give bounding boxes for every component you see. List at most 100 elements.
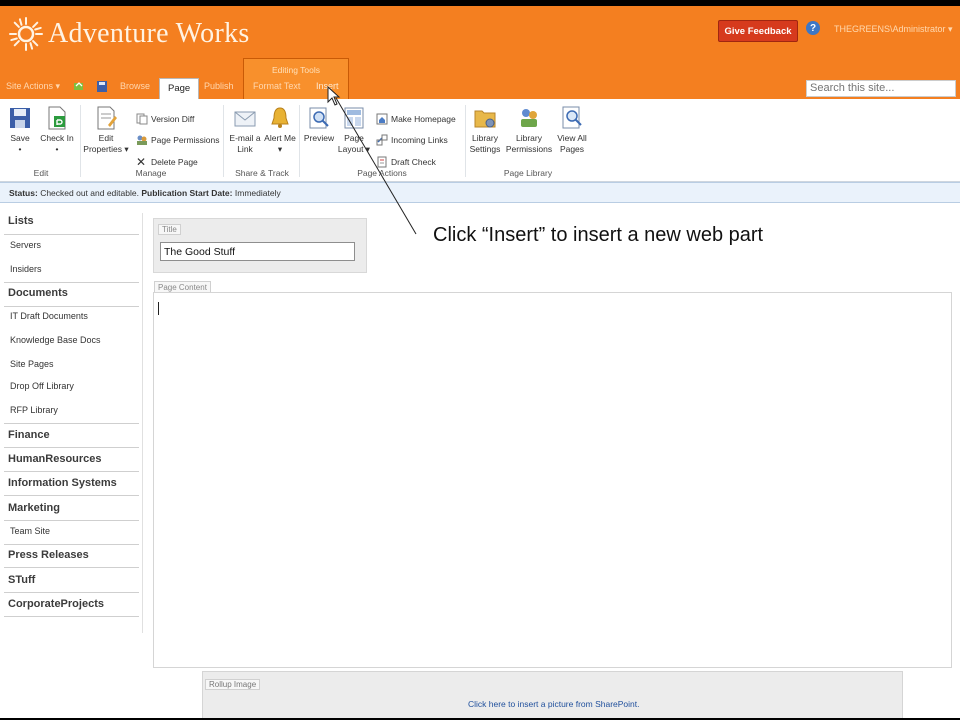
check-in-icon (48, 106, 66, 130)
rollup-image-label: Rollup Image (205, 679, 261, 690)
user-menu[interactable]: THEGREENS\Administrator ▾ (834, 24, 953, 35)
nav-heading-documents[interactable]: Documents (8, 287, 68, 299)
version-diff-button[interactable]: Version Diff (136, 113, 194, 125)
homepage-icon (376, 113, 388, 125)
nav-heading-corporate-projects[interactable]: CorporateProjects (8, 598, 104, 610)
nav-divider-line (4, 306, 139, 307)
page-layout-label: Page Layout (337, 133, 364, 154)
nav-heading-marketing[interactable]: Marketing (8, 502, 60, 514)
nav-heading-press-releases[interactable]: Press Releases (8, 549, 89, 561)
nav-link-insiders[interactable]: Insiders (10, 264, 42, 274)
bell-icon (271, 107, 289, 128)
save-quick-icon[interactable] (97, 81, 107, 94)
user-name: THEGREENS\Administrator (834, 24, 946, 34)
status-text: Checked out and editable. (40, 188, 139, 198)
version-diff-icon (136, 113, 148, 125)
save-button[interactable]: Save • (6, 105, 34, 155)
page-content-editor[interactable] (153, 292, 952, 668)
draft-check-button[interactable]: Draft Check (376, 156, 436, 168)
nav-link-rfp-library[interactable]: RFP Library (10, 405, 58, 415)
site-header: Adventure Works Give Feedback ? THEGREEN… (0, 6, 960, 100)
view-all-pages-icon (562, 106, 582, 129)
title-input[interactable]: The Good Stuff (160, 242, 355, 261)
alert-me-button[interactable]: Alert Me ▾ (264, 105, 296, 155)
tab-page[interactable]: Page (159, 78, 200, 100)
nav-heading-human-resources[interactable]: HumanResources (8, 453, 102, 465)
tab-format-text[interactable]: Format Text (253, 81, 300, 91)
site-title: Adventure Works (48, 18, 250, 49)
share-track-group-label: Share & Track (235, 168, 289, 178)
ribbon-tab-strip: Site Actions ▾ Browse Page Publish Forma… (0, 78, 960, 100)
ribbon: Save • Check In • Edit Edit Properties ▾ V… (0, 99, 960, 182)
edit-properties-label: Edit Properties (83, 133, 123, 154)
make-homepage-button[interactable]: Make Homepage (376, 113, 456, 125)
search-input[interactable] (806, 80, 956, 97)
library-permissions-label: Library Permissions (505, 133, 553, 154)
save-icon (10, 108, 30, 128)
nav-link-servers[interactable]: Servers (10, 240, 41, 250)
mouse-pointer-icon (327, 86, 341, 106)
library-settings-button[interactable]: Library Settings (467, 105, 503, 155)
nav-link-drop-off-library[interactable]: Drop Off Library (10, 381, 74, 391)
tab-browse[interactable]: Browse (120, 81, 150, 91)
check-in-label: Check In (40, 133, 74, 143)
check-in-button[interactable]: Check In • (38, 105, 76, 155)
nav-heading-finance[interactable]: Finance (8, 429, 50, 441)
help-icon[interactable]: ? (806, 21, 820, 35)
insert-picture-link[interactable]: Click here to insert a picture from Shar… (468, 699, 640, 709)
page-permissions-button[interactable]: Page Permissions (136, 134, 220, 146)
nav-divider-line (4, 567, 139, 568)
sharepoint-window: Adventure Works Give Feedback ? THEGREEN… (0, 6, 960, 718)
library-settings-icon (474, 110, 496, 128)
view-all-pages-button[interactable]: View All Pages (555, 105, 589, 155)
email-link-label: E-mail a Link (229, 133, 261, 154)
library-settings-label: Library Settings (469, 133, 501, 154)
tab-publish[interactable]: Publish (204, 81, 234, 91)
dropdown-dot: • (55, 144, 59, 154)
text-cursor (158, 302, 159, 315)
nav-heading-information-systems[interactable]: Information Systems (8, 477, 117, 489)
save-label: Save (10, 133, 30, 143)
nav-link-it-draft-documents[interactable]: IT Draft Documents (10, 311, 88, 321)
email-link-button[interactable]: E-mail a Link (227, 105, 263, 155)
page-permissions-icon (137, 135, 147, 145)
preview-button[interactable]: Preview (302, 105, 336, 144)
nav-divider-line (4, 520, 139, 521)
dropdown-dot: • (18, 144, 22, 154)
site-actions-label: Site Actions (6, 81, 54, 91)
nav-heading-lists[interactable]: Lists (8, 215, 34, 227)
nav-heading-stuff[interactable]: STuff (8, 574, 35, 586)
nav-divider-line (4, 544, 139, 545)
edit-group-label: Edit (33, 168, 49, 178)
edit-properties-icon (97, 106, 117, 130)
ribbon-separator (80, 105, 81, 177)
preview-icon (309, 107, 329, 129)
nav-divider-line (4, 616, 139, 617)
navigate-up-icon[interactable] (74, 81, 84, 93)
ribbon-separator (465, 105, 466, 177)
version-diff-label: Version Diff (151, 114, 195, 124)
rollup-image-container (202, 671, 903, 718)
edit-properties-button[interactable]: Edit Properties ▾ (83, 105, 129, 155)
page-library-group-label: Page Library (503, 168, 553, 178)
incoming-links-label: Incoming Links (391, 135, 448, 145)
library-permissions-button[interactable]: Library Permissions (505, 105, 553, 155)
alert-me-label: Alert Me (264, 133, 296, 143)
nav-divider-line (4, 471, 139, 472)
nav-link-site-pages[interactable]: Site Pages (10, 359, 54, 369)
delete-page-button[interactable]: ✕ Delete Page (136, 156, 198, 168)
nav-link-knowledge-base-docs[interactable]: Knowledge Base Docs (10, 335, 101, 345)
site-logo[interactable]: Adventure Works (8, 14, 250, 54)
give-feedback-button[interactable]: Give Feedback (718, 20, 798, 42)
incoming-links-button[interactable]: Incoming Links (376, 134, 448, 146)
email-icon (234, 111, 256, 127)
nav-divider-line (4, 423, 139, 424)
page-layout-button[interactable]: Page Layout ▾ (337, 105, 371, 155)
nav-link-team-site[interactable]: Team Site (10, 526, 50, 536)
nav-divider-line (4, 495, 139, 496)
editing-tools-label: Editing Tools (271, 65, 321, 75)
draft-check-icon (377, 156, 387, 168)
link-icon (376, 134, 388, 146)
delete-icon: ✕ (136, 155, 147, 169)
site-actions-menu[interactable]: Site Actions ▾ (6, 81, 60, 92)
